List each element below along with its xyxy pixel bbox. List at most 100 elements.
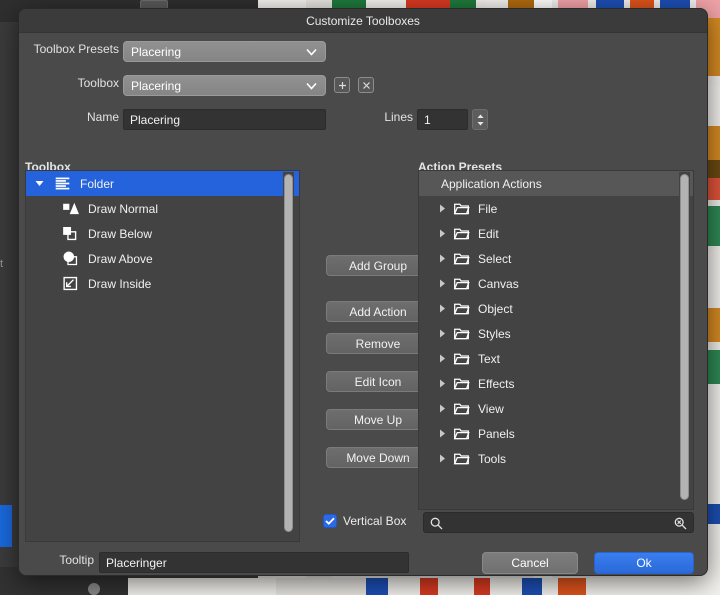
toolbox-tree-row[interactable]: Draw Above — [26, 246, 299, 271]
action-preset-row[interactable]: Tools — [419, 446, 693, 471]
action-preset-row[interactable]: Styles — [419, 321, 693, 346]
add-group-button[interactable]: Add Group — [326, 255, 430, 276]
chevron-right-icon[interactable] — [435, 429, 449, 438]
chevron-right-icon[interactable] — [435, 204, 449, 213]
search-field[interactable] — [423, 512, 694, 533]
vertical-box-label: Vertical Box — [343, 514, 407, 528]
chevron-right-icon[interactable] — [435, 254, 449, 263]
folder-icon — [453, 403, 470, 415]
name-input[interactable]: Placering — [123, 109, 326, 130]
background-stripe — [558, 578, 586, 595]
lines-folder-icon — [54, 175, 74, 192]
cancel-button-label: Cancel — [511, 556, 549, 570]
folder-icon — [453, 225, 475, 242]
draw-normal-icon — [62, 200, 82, 217]
folder-icon — [453, 350, 475, 367]
chevron-right-icon[interactable] — [435, 354, 449, 363]
add-action-button-label: Add Action — [349, 304, 407, 319]
move-up-button-label: Move Up — [353, 412, 403, 427]
toolbox-scrollbar-thumb[interactable] — [284, 174, 293, 532]
folder-icon — [453, 450, 475, 467]
folder-icon — [453, 278, 470, 290]
toolbox-tree-row[interactable]: Draw Inside — [26, 271, 299, 296]
toolbox-tree-row[interactable]: Draw Normal — [26, 196, 299, 221]
chevron-right-icon[interactable] — [435, 279, 449, 288]
action-preset-row-label: Effects — [478, 376, 515, 391]
plus-icon — [338, 81, 346, 89]
draw-inside-icon — [63, 276, 78, 291]
chevron-right-icon[interactable] — [435, 229, 449, 238]
lines-input[interactable]: 1 — [417, 109, 468, 130]
draw-below-icon — [62, 225, 82, 242]
action-preset-row[interactable]: Canvas — [419, 271, 693, 296]
toolbox-tree-row-label: Draw Inside — [88, 276, 152, 291]
draw-inside-icon — [62, 275, 82, 292]
chevron-right-icon[interactable] — [435, 454, 449, 463]
folder-icon — [453, 353, 470, 365]
background-stripe — [420, 578, 438, 595]
remove-button[interactable]: Remove — [326, 333, 430, 354]
toolbox-presets-select[interactable]: Placering — [123, 41, 326, 62]
chevron-right-icon[interactable] — [435, 404, 449, 413]
action-preset-row[interactable]: Panels — [419, 421, 693, 446]
folder-icon — [453, 303, 470, 315]
cancel-button[interactable]: Cancel — [482, 552, 578, 574]
action-presets-tree[interactable]: Application Actions File Edit Select Canvas… — [418, 170, 694, 510]
action-preset-row[interactable]: Edit — [419, 221, 693, 246]
move-up-button[interactable]: Move Up — [326, 409, 430, 430]
action-preset-row[interactable]: Select — [419, 246, 693, 271]
move-down-button-label: Move Down — [346, 450, 410, 465]
action-preset-row[interactable]: File — [419, 196, 693, 221]
background-stripe — [276, 578, 366, 595]
toolbox-tree-row-label: Folder — [80, 176, 115, 191]
background-stripe — [474, 578, 490, 595]
add-action-button[interactable]: Add Action — [326, 301, 430, 322]
vertical-box-checkbox[interactable]: Vertical Box — [323, 514, 406, 528]
action-preset-row-label: Styles — [478, 326, 511, 341]
background-blue-indicator — [0, 505, 12, 547]
vertical-box-checkbox-box[interactable] — [323, 514, 337, 528]
toolbox-label: Toolbox — [77, 76, 119, 90]
background-stripe — [128, 578, 276, 595]
search-clear-icon[interactable] — [674, 517, 687, 530]
actions-scrollbar-thumb[interactable] — [680, 174, 689, 500]
toolbox-tree-row-label: Draw Below — [88, 226, 153, 241]
application-actions-row[interactable]: Application Actions — [419, 171, 693, 196]
draw-above-icon — [63, 251, 78, 266]
folder-icon — [453, 253, 470, 265]
tooltip-input[interactable]: Placeringer — [99, 552, 409, 573]
toolbox-select[interactable]: Placering — [123, 75, 326, 96]
draw-normal-icon — [63, 202, 79, 215]
move-down-button[interactable]: Move Down — [326, 447, 430, 468]
lines-stepper[interactable] — [472, 109, 488, 130]
folder-icon — [453, 425, 475, 442]
delete-toolbox-button[interactable] — [358, 77, 374, 93]
chevron-right-icon[interactable] — [435, 304, 449, 313]
toolbox-scrollbar[interactable] — [283, 172, 294, 540]
edit-icon-button[interactable]: Edit Icon — [326, 371, 430, 392]
action-preset-row[interactable]: Object — [419, 296, 693, 321]
chevron-down-icon[interactable] — [32, 180, 46, 187]
folder-icon — [453, 200, 475, 217]
search-icon — [430, 517, 443, 530]
stepper-arrows-icon — [477, 114, 483, 125]
toolbox-tree-row-label: Draw Normal — [88, 201, 159, 216]
toolbox-presets-label: Toolbox Presets — [33, 42, 119, 56]
draw-above-icon — [62, 250, 82, 267]
action-preset-row-label: Canvas — [478, 276, 519, 291]
add-toolbox-button[interactable] — [334, 77, 350, 93]
toolbox-tree-row[interactable]: Folder — [26, 171, 299, 196]
checkmark-icon — [325, 517, 335, 525]
chevron-right-icon[interactable] — [435, 379, 449, 388]
actions-scrollbar[interactable] — [679, 172, 690, 508]
ok-button[interactable]: Ok — [594, 552, 694, 574]
action-preset-row[interactable]: Effects — [419, 371, 693, 396]
dialog-titlebar: Customize Toolboxes — [19, 9, 707, 33]
action-preset-row[interactable]: Text — [419, 346, 693, 371]
action-preset-row[interactable]: View — [419, 396, 693, 421]
chevron-right-icon[interactable] — [435, 329, 449, 338]
action-preset-row-label: Select — [478, 251, 512, 266]
toolbox-tree[interactable]: Folder Draw Normal Draw Below Draw Above Dra… — [25, 170, 300, 542]
toolbox-tree-row[interactable]: Draw Below — [26, 221, 299, 246]
background-stripe — [366, 578, 388, 595]
